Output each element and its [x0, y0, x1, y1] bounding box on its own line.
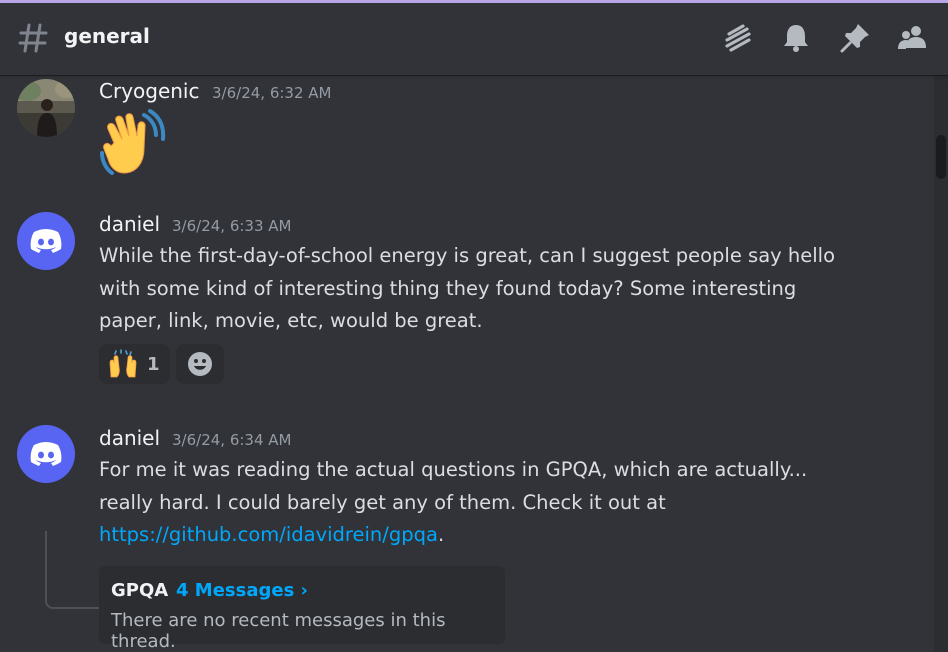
waving-hand-emoji — [100, 109, 166, 175]
message-content: While the first-day-of-school energy is … — [99, 240, 859, 338]
message-username[interactable]: daniel — [99, 426, 160, 450]
message-line: really hard. I could barely get any of t… — [99, 490, 666, 514]
message-line-link: https://github.com/idavidrein/gpqa. — [99, 519, 859, 552]
discord-logo-icon — [30, 229, 62, 253]
message-link[interactable]: https://github.com/idavidrein/gpqa — [99, 523, 438, 546]
message-content: For me it was reading the actual questio… — [99, 454, 859, 552]
message-line: with some kind of interesting thing they… — [99, 276, 797, 300]
message-username[interactable]: daniel — [99, 212, 160, 236]
discord-logo-icon — [30, 442, 62, 466]
message-line: paper, link, movie, etc, would be great. — [99, 309, 483, 332]
message-timestamp: 3/6/24, 6:34 AM — [172, 431, 292, 449]
bell-icon[interactable] — [779, 21, 813, 55]
link-suffix: . — [437, 523, 445, 546]
message-line: For me it was reading the actual questio… — [99, 458, 808, 481]
reaction-count: 1 — [147, 353, 160, 375]
message-line: While the first-day-of-school energy is … — [99, 244, 836, 267]
message-username[interactable]: Cryogenic — [99, 79, 200, 103]
avatar[interactable] — [17, 425, 75, 483]
smiley-icon — [188, 352, 212, 376]
avatar[interactable] — [17, 79, 75, 137]
thread-subtitle: There are no recent messages in this thr… — [111, 610, 446, 652]
thread-preview[interactable]: GPQA 4 Messages › There are no recent me… — [99, 566, 505, 652]
message-timestamp: 3/6/24, 6:33 AM — [172, 217, 292, 235]
thread-name[interactable]: GPQA — [111, 580, 168, 601]
thread-message-count[interactable]: 4 Messages › — [176, 580, 308, 601]
pin-icon[interactable] — [838, 21, 872, 55]
reaction-button[interactable]: 1 — [99, 344, 170, 384]
members-icon[interactable] — [896, 21, 930, 55]
channel-name: general — [64, 24, 150, 48]
message-list[interactable]: Cryogenic 3/6/24, 6:32 AM daniel 3/6/24,… — [0, 75, 948, 652]
threads-icon[interactable] — [721, 21, 755, 55]
message-timestamp: 3/6/24, 6:32 AM — [212, 84, 332, 102]
hash-icon — [18, 23, 48, 53]
scrollbar-thumb[interactable] — [936, 135, 946, 179]
add-reaction-button[interactable] — [176, 344, 224, 384]
scrollbar-track[interactable] — [934, 75, 948, 652]
thread-connector — [45, 531, 99, 609]
avatar[interactable] — [17, 212, 75, 270]
raising-hands-emoji — [109, 349, 137, 378]
channel-header: general — [0, 3, 948, 75]
